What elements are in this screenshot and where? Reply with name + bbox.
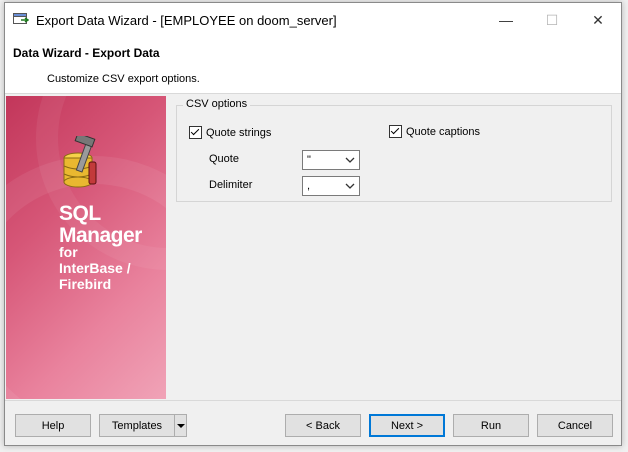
checkbox-checked-icon[interactable] xyxy=(389,125,402,138)
brand-line: SQL xyxy=(59,202,101,225)
export-data-wizard-window: Export Data Wizard - [EMPLOYEE on doom_s… xyxy=(4,2,622,446)
quote-combobox[interactable]: " xyxy=(302,150,360,170)
quote-label: Quote xyxy=(209,153,239,165)
database-tools-icon xyxy=(63,136,97,188)
quote-captions-label: Quote captions xyxy=(406,125,480,138)
maximize-button[interactable]: ☐ xyxy=(529,3,575,37)
quote-strings-label: Quote strings xyxy=(206,126,272,139)
brand-title: SQL Manager xyxy=(59,203,142,247)
checkbox-checked-icon[interactable] xyxy=(189,126,202,139)
wizard-footer: Help Templates < Back Next > Run Cancel xyxy=(5,400,621,445)
brand-subtitle: for InterBase / Firebird xyxy=(59,244,131,292)
minimize-button[interactable]: — xyxy=(483,3,529,37)
wizard-sidebar-banner: SQL Manager for InterBase / Firebird xyxy=(6,96,166,399)
wizard-step-subtitle: Customize CSV export options. xyxy=(47,73,200,85)
brand-line: InterBase / xyxy=(59,260,131,276)
wizard-step-title: Data Wizard - Export Data xyxy=(13,46,160,60)
back-button[interactable]: < Back xyxy=(285,414,361,437)
delimiter-combobox[interactable]: , xyxy=(302,176,360,196)
chevron-down-icon[interactable] xyxy=(344,181,356,191)
help-button[interactable]: Help xyxy=(15,414,91,437)
csv-options-label: CSV options xyxy=(183,98,251,110)
templates-button[interactable]: Templates xyxy=(99,414,175,437)
close-button[interactable]: ✕ xyxy=(575,3,621,37)
brand-line: Firebird xyxy=(59,276,112,292)
templates-dropdown-button[interactable] xyxy=(174,414,187,437)
chevron-down-icon[interactable] xyxy=(344,155,356,165)
quote-value: " xyxy=(307,154,311,166)
wizard-header: Data Wizard - Export Data Customize CSV … xyxy=(5,37,621,94)
cancel-button[interactable]: Cancel xyxy=(537,414,613,437)
title-bar[interactable]: Export Data Wizard - [EMPLOYEE on doom_s… xyxy=(5,3,621,37)
delimiter-value: , xyxy=(307,180,311,192)
next-button[interactable]: Next > xyxy=(369,414,445,437)
quote-captions-checkbox[interactable]: Quote captions xyxy=(389,125,480,138)
app-icon xyxy=(13,13,29,24)
dropdown-arrow-icon xyxy=(176,423,185,428)
wizard-content: CSV options Quote strings Quote captions… xyxy=(166,96,621,399)
csv-options-group: CSV options Quote strings Quote captions… xyxy=(176,98,612,202)
brand-line: for xyxy=(59,244,78,260)
quote-strings-checkbox[interactable]: Quote strings xyxy=(189,126,271,139)
window-title: Export Data Wizard - [EMPLOYEE on doom_s… xyxy=(36,13,337,28)
delimiter-label: Delimiter xyxy=(209,179,253,191)
run-button[interactable]: Run xyxy=(453,414,529,437)
